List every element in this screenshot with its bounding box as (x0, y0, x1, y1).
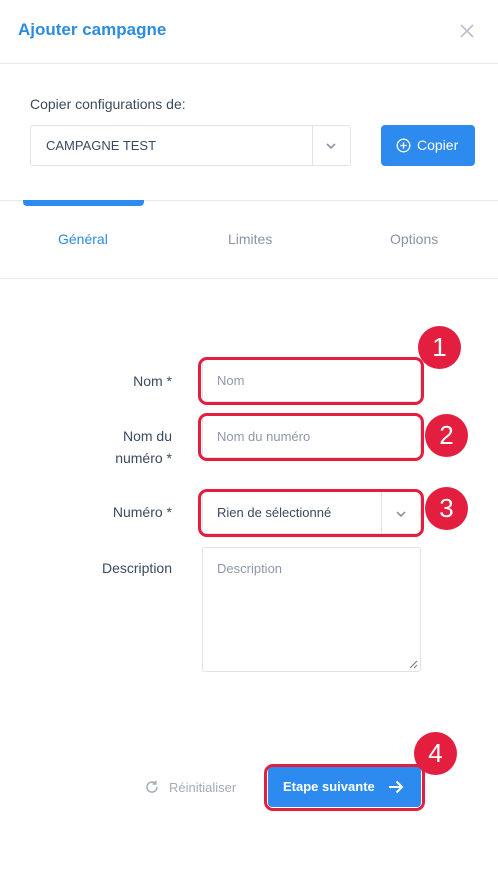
highlight-box-1 (198, 357, 424, 405)
copy-config-value: CAMPAGNE TEST (46, 138, 157, 153)
copy-button-label: Copier (417, 137, 459, 153)
nom-label: Nom * (133, 373, 172, 389)
highlight-box-2 (198, 413, 424, 461)
reset-label: Réinitialiser (169, 780, 237, 795)
numero-label: Numéro * (112, 504, 172, 520)
tab-limites[interactable]: Limites (228, 231, 272, 247)
refresh-icon (146, 780, 158, 793)
highlight-box-3 (198, 489, 424, 537)
description-textarea[interactable]: Description (202, 547, 421, 672)
copy-config-label: Copier configurations de: (30, 96, 186, 112)
annotation-badge-4: 4 (414, 732, 457, 775)
nom-numero-label: Nom du numéro * (90, 425, 172, 469)
annotation-badge-2: 2 (425, 414, 468, 457)
annotation-badge-3: 3 (425, 487, 468, 530)
close-icon[interactable] (458, 22, 476, 40)
copy-config-select[interactable]: CAMPAGNE TEST (30, 125, 351, 166)
dialog-title: Ajouter campagne (18, 20, 167, 39)
resize-handle-icon[interactable] (409, 660, 418, 669)
select-divider (312, 126, 313, 165)
tab-general[interactable]: Général (58, 231, 108, 247)
highlight-box-4 (264, 764, 425, 811)
description-placeholder: Description (217, 561, 283, 576)
nom-numero-label-line2: numéro * (115, 450, 172, 466)
chevron-down-icon (326, 143, 336, 150)
annotation-badge-1: 1 (418, 326, 461, 369)
copy-button[interactable]: Copier (381, 125, 475, 166)
active-tab-indicator (23, 200, 144, 206)
tab-options[interactable]: Options (390, 231, 438, 247)
plus-circle-icon (396, 138, 411, 153)
nom-numero-label-line1: Nom du (122, 428, 172, 444)
tabs-divider-bottom (0, 278, 498, 279)
description-label: Description (101, 560, 172, 576)
dialog-header: Ajouter campagne (0, 0, 498, 64)
